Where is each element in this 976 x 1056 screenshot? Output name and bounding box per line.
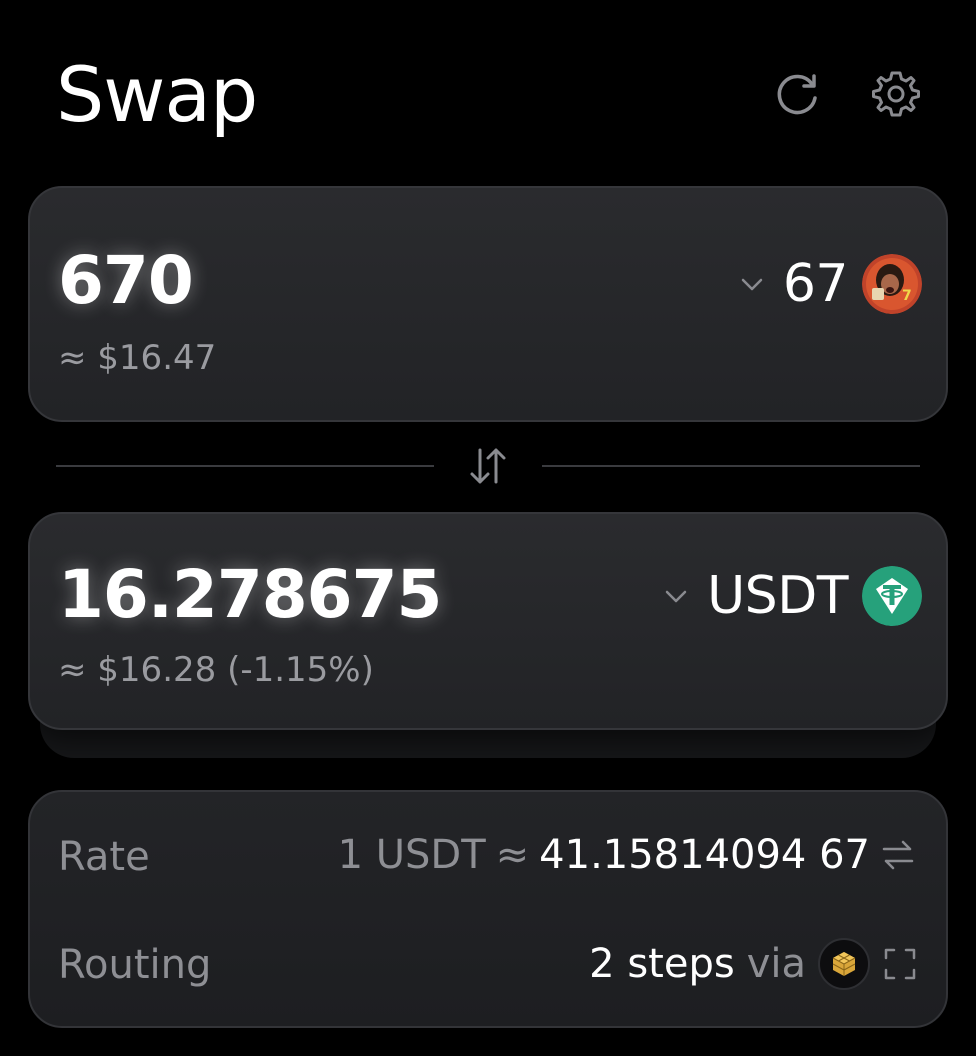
expand-icon[interactable] <box>882 946 918 982</box>
rate-approx: ≈ <box>495 832 530 878</box>
token-67-logo: 7 <box>862 254 922 314</box>
to-token-symbol: USDT <box>707 566 848 626</box>
rate-value[interactable]: 1 USDT ≈ 41.15814094 67 <box>338 832 916 878</box>
from-usd-value: ≈ $16.47 <box>58 338 217 378</box>
refresh-icon[interactable] <box>772 68 824 120</box>
rate-left: 1 USDT <box>337 832 486 878</box>
swap-details-card: Rate 1 USDT ≈ 41.15814094 67 Routing 2 s… <box>28 790 948 1028</box>
to-token-selector[interactable]: USDT <box>659 566 922 626</box>
usdt-logo <box>862 566 922 626</box>
to-amount: 16.278675 <box>58 556 442 633</box>
to-usd-value: ≈ $16.28 (-1.15%) <box>58 650 374 690</box>
to-token-card[interactable]: 16.278675 ≈ $16.28 (-1.15%) USDT <box>28 512 948 730</box>
routing-steps: 2 steps <box>589 941 735 987</box>
divider-left <box>56 465 434 467</box>
divider-right <box>542 465 920 467</box>
routing-via: via <box>746 941 806 987</box>
swap-rate-icon[interactable] <box>880 837 916 873</box>
routing-label: Routing <box>58 942 212 988</box>
chevron-down-icon[interactable] <box>659 579 693 613</box>
page-title: Swap <box>56 50 258 139</box>
from-token-card[interactable]: 670 ≈ $16.47 67 7 <box>28 186 948 422</box>
swap-direction-icon[interactable] <box>466 442 510 490</box>
from-amount-input[interactable]: 670 <box>58 242 194 319</box>
gear-icon[interactable] <box>870 68 922 120</box>
hive-logo <box>818 938 870 990</box>
rate-label: Rate <box>58 834 150 880</box>
rate-right: 41.15814094 67 <box>539 832 870 878</box>
chevron-down-icon[interactable] <box>735 267 769 301</box>
routing-value[interactable]: 2 steps via <box>589 938 918 990</box>
from-token-symbol: 67 <box>782 254 849 314</box>
from-token-selector[interactable]: 67 7 <box>735 254 922 314</box>
svg-text:7: 7 <box>902 288 912 304</box>
